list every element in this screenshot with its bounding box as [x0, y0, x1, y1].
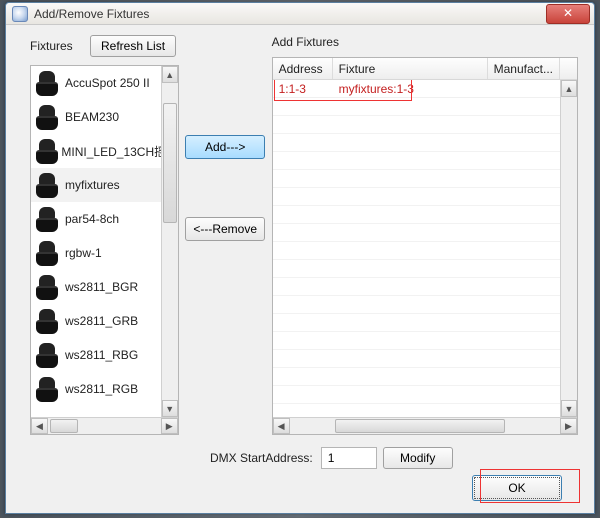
fixture-icon — [35, 173, 59, 197]
ok-button[interactable]: OK — [472, 475, 562, 501]
list-item[interactable]: ws2811_GRB — [31, 304, 161, 338]
list-item-label: BEAM230 — [65, 110, 119, 124]
list-item-label: AccuSpot 250 II — [65, 76, 150, 90]
dialog-window: Add/Remove Fixtures ✕ Fixtures Refresh L… — [5, 2, 595, 514]
close-icon: ✕ — [563, 6, 573, 20]
fixtures-listbox[interactable]: AccuSpot 250 II BEAM230 MINI_LED_13CH摇头myf… — [30, 65, 179, 435]
cell-address: 1:1-3 — [273, 80, 333, 97]
grid-hscrollbar[interactable]: ◀ ▶ — [273, 417, 577, 434]
fixture-icon — [35, 241, 59, 265]
fixture-icon — [35, 309, 59, 333]
col-address[interactable]: Address — [273, 58, 333, 79]
fixture-icon — [35, 275, 59, 299]
list-item-label: ws2811_RGB — [65, 382, 138, 396]
modify-button[interactable]: Modify — [383, 447, 453, 469]
list-item[interactable]: par54-8ch — [31, 202, 161, 236]
remove-button[interactable]: <---Remove — [185, 217, 265, 241]
fixture-icon — [35, 207, 59, 231]
window-title: Add/Remove Fixtures — [34, 7, 149, 21]
cell-fixture: myfixtures:1-3 — [333, 80, 488, 97]
app-icon — [12, 6, 28, 22]
col-fixture[interactable]: Fixture — [333, 58, 488, 79]
list-item-label: rgbw-1 — [65, 246, 102, 260]
scroll-thumb-h[interactable] — [335, 419, 505, 433]
scroll-down-icon[interactable]: ▼ — [561, 400, 577, 417]
refresh-list-button[interactable]: Refresh List — [90, 35, 176, 57]
list-item[interactable]: ws2811_BGR — [31, 270, 161, 304]
fixtures-label: Fixtures — [30, 39, 90, 53]
grid-header: Address Fixture Manufact... — [273, 58, 577, 80]
added-fixtures-grid[interactable]: Address Fixture Manufact... 1:1-3myfixtu… — [272, 57, 578, 435]
fixtures-vscrollbar[interactable]: ▲ ▼ — [161, 66, 178, 417]
add-button[interactable]: Add---> — [185, 135, 265, 159]
scroll-right-icon[interactable]: ▶ — [560, 418, 577, 434]
list-item-label: ws2811_BGR — [65, 280, 138, 294]
list-item-label: par54-8ch — [65, 212, 119, 226]
list-item-label: myfixtures — [65, 178, 120, 192]
scroll-left-icon[interactable]: ◀ — [31, 418, 48, 434]
scroll-right-icon[interactable]: ▶ — [161, 418, 178, 434]
title-bar[interactable]: Add/Remove Fixtures ✕ — [6, 3, 594, 25]
fixture-icon — [35, 139, 55, 163]
fixture-icon — [35, 71, 59, 95]
scroll-thumb[interactable] — [163, 103, 177, 223]
client-area: Fixtures Refresh List AccuSpot 250 II BEA… — [6, 25, 594, 513]
scroll-up-icon[interactable]: ▲ — [162, 66, 178, 83]
list-item[interactable]: ws2811_RBG — [31, 338, 161, 372]
col-manufacturer[interactable]: Manufact... — [488, 58, 560, 79]
scroll-up-icon[interactable]: ▲ — [561, 80, 577, 97]
scroll-thumb-h[interactable] — [50, 419, 78, 433]
fixture-icon — [35, 377, 59, 401]
list-item-label: MINI_LED_13CH摇头 — [61, 143, 160, 160]
list-item[interactable]: rgbw-1 — [31, 236, 161, 270]
cell-manufacturer — [488, 80, 560, 97]
list-item[interactable]: MINI_LED_13CH摇头 — [31, 134, 161, 168]
fixture-icon — [35, 343, 59, 367]
add-fixtures-label: Add Fixtures — [272, 35, 578, 49]
dmx-start-label: DMX StartAddress: — [210, 451, 313, 465]
list-item[interactable]: ws2811_RGB — [31, 372, 161, 406]
close-button[interactable]: ✕ — [546, 4, 590, 24]
grid-vscrollbar[interactable]: ▲ ▼ — [560, 80, 577, 417]
scroll-left-icon[interactable]: ◀ — [273, 418, 290, 434]
scroll-down-icon[interactable]: ▼ — [162, 400, 178, 417]
list-item-label: ws2811_RBG — [65, 348, 138, 362]
fixtures-hscrollbar[interactable]: ◀ ▶ — [31, 417, 178, 434]
list-item-label: ws2811_GRB — [65, 314, 138, 328]
table-row[interactable]: 1:1-3myfixtures:1-3 — [273, 80, 560, 98]
list-item[interactable]: BEAM230 — [31, 100, 161, 134]
fixture-icon — [35, 105, 59, 129]
list-item[interactable]: myfixtures — [31, 168, 161, 202]
list-item[interactable]: AccuSpot 250 II — [31, 66, 161, 100]
dmx-start-input[interactable] — [321, 447, 377, 469]
